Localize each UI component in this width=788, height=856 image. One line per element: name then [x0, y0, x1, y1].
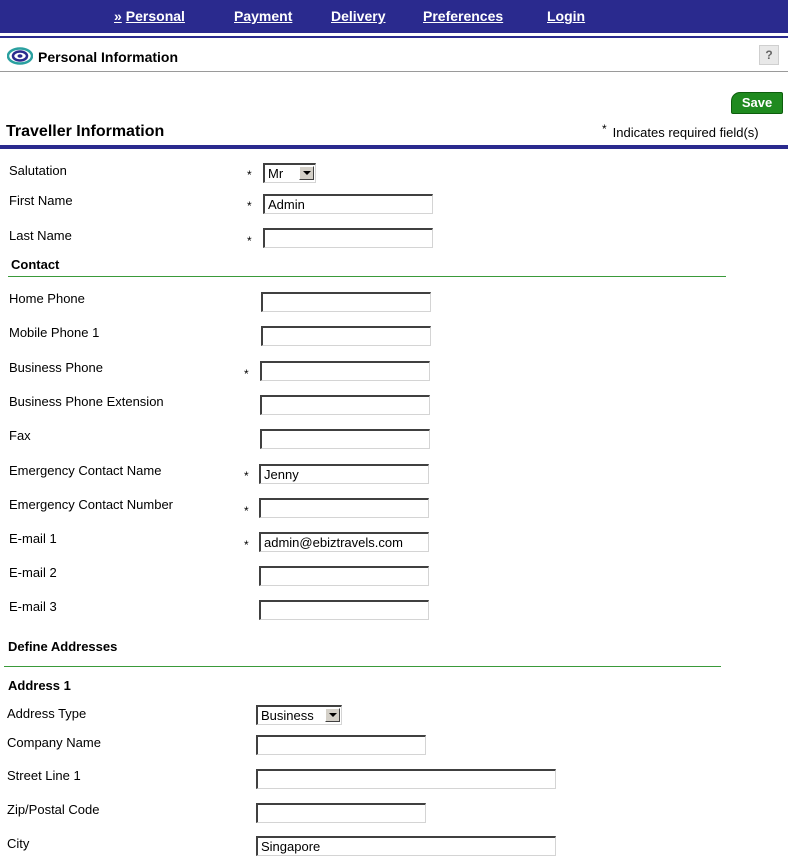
- mobile-phone-label: Mobile Phone 1: [9, 325, 100, 340]
- address1-heading: Address 1: [8, 678, 71, 693]
- city-field[interactable]: Singapore: [256, 836, 556, 856]
- nav-login-link[interactable]: Login: [547, 8, 585, 24]
- header-divider: [0, 71, 788, 72]
- business-ext-field[interactable]: [260, 395, 430, 415]
- dropdown-arrow-icon[interactable]: [325, 708, 340, 722]
- email2-field[interactable]: [259, 566, 429, 586]
- email3-field[interactable]: [259, 600, 429, 620]
- company-name-label: Company Name: [7, 735, 101, 750]
- top-nav-bar: » Personal Payment Delivery Preferences L…: [0, 0, 788, 33]
- business-phone-label: Business Phone: [9, 360, 103, 375]
- home-phone-label: Home Phone: [9, 291, 85, 306]
- address-type-select[interactable]: Business: [256, 705, 342, 725]
- section-rule: [0, 145, 788, 149]
- page-title: Personal Information: [38, 49, 179, 65]
- define-addresses-heading: Define Addresses: [8, 639, 118, 654]
- zip-code-label: Zip/Postal Code: [7, 802, 100, 817]
- street-line1-field[interactable]: [256, 769, 556, 789]
- first-name-field[interactable]: Admin: [263, 194, 433, 214]
- emergency-number-field[interactable]: [259, 498, 429, 518]
- email1-field[interactable]: admin@ebiztravels.com: [259, 532, 429, 552]
- company-name-field[interactable]: [256, 735, 426, 755]
- required-star: *: [244, 367, 249, 381]
- email1-label: E-mail 1: [9, 531, 57, 546]
- required-star: *: [247, 199, 252, 213]
- contact-rule: [8, 276, 726, 277]
- salutation-select[interactable]: Mr: [263, 163, 316, 183]
- section-title-traveller: Traveller Information: [6, 123, 165, 140]
- emergency-name-field[interactable]: Jenny: [259, 464, 429, 484]
- required-star: *: [247, 234, 252, 248]
- street-line1-label: Street Line 1: [7, 768, 81, 783]
- nav-delivery-link[interactable]: Delivery: [331, 8, 385, 24]
- address-type-label: Address Type: [7, 706, 87, 721]
- required-star: *: [602, 122, 607, 136]
- required-star: *: [244, 538, 249, 552]
- nav-underline: [0, 36, 788, 38]
- addresses-rule: [4, 666, 721, 667]
- nav-personal-label: Personal: [125, 8, 185, 24]
- nav-personal-link[interactable]: » Personal: [114, 8, 185, 24]
- nav-preferences-link[interactable]: Preferences: [423, 8, 503, 24]
- zip-code-field[interactable]: [256, 803, 426, 823]
- business-phone-field[interactable]: [260, 361, 430, 381]
- nav-payment-link[interactable]: Payment: [234, 8, 292, 24]
- last-name-label: Last Name: [9, 228, 72, 243]
- dropdown-arrow-icon[interactable]: [299, 166, 314, 180]
- chevron-icon: »: [114, 8, 122, 24]
- home-phone-field[interactable]: [261, 292, 431, 312]
- required-star: *: [244, 469, 249, 483]
- email2-label: E-mail 2: [9, 565, 57, 580]
- salutation-label: Salutation: [9, 163, 67, 178]
- address-type-value: Business: [261, 708, 314, 723]
- emergency-name-label: Emergency Contact Name: [9, 463, 162, 478]
- required-star: *: [247, 168, 252, 182]
- required-star: *: [244, 504, 249, 518]
- emergency-number-label: Emergency Contact Number: [9, 497, 174, 512]
- email3-label: E-mail 3: [9, 599, 57, 614]
- mobile-phone-field[interactable]: [261, 326, 431, 346]
- first-name-label: First Name: [9, 193, 73, 208]
- city-label: City: [7, 836, 30, 851]
- business-ext-label: Business Phone Extension: [9, 394, 164, 409]
- required-note-text: Indicates required field(s): [612, 125, 759, 140]
- help-button[interactable]: ?: [759, 45, 779, 65]
- swirl-logo-icon: [7, 47, 33, 65]
- salutation-value: Mr: [268, 166, 284, 181]
- required-note: * Indicates required field(s): [602, 122, 759, 140]
- last-name-field[interactable]: [263, 228, 433, 248]
- fax-field[interactable]: [260, 429, 430, 449]
- save-button[interactable]: Save: [731, 92, 783, 114]
- contact-heading: Contact: [11, 257, 60, 272]
- fax-label: Fax: [9, 428, 31, 443]
